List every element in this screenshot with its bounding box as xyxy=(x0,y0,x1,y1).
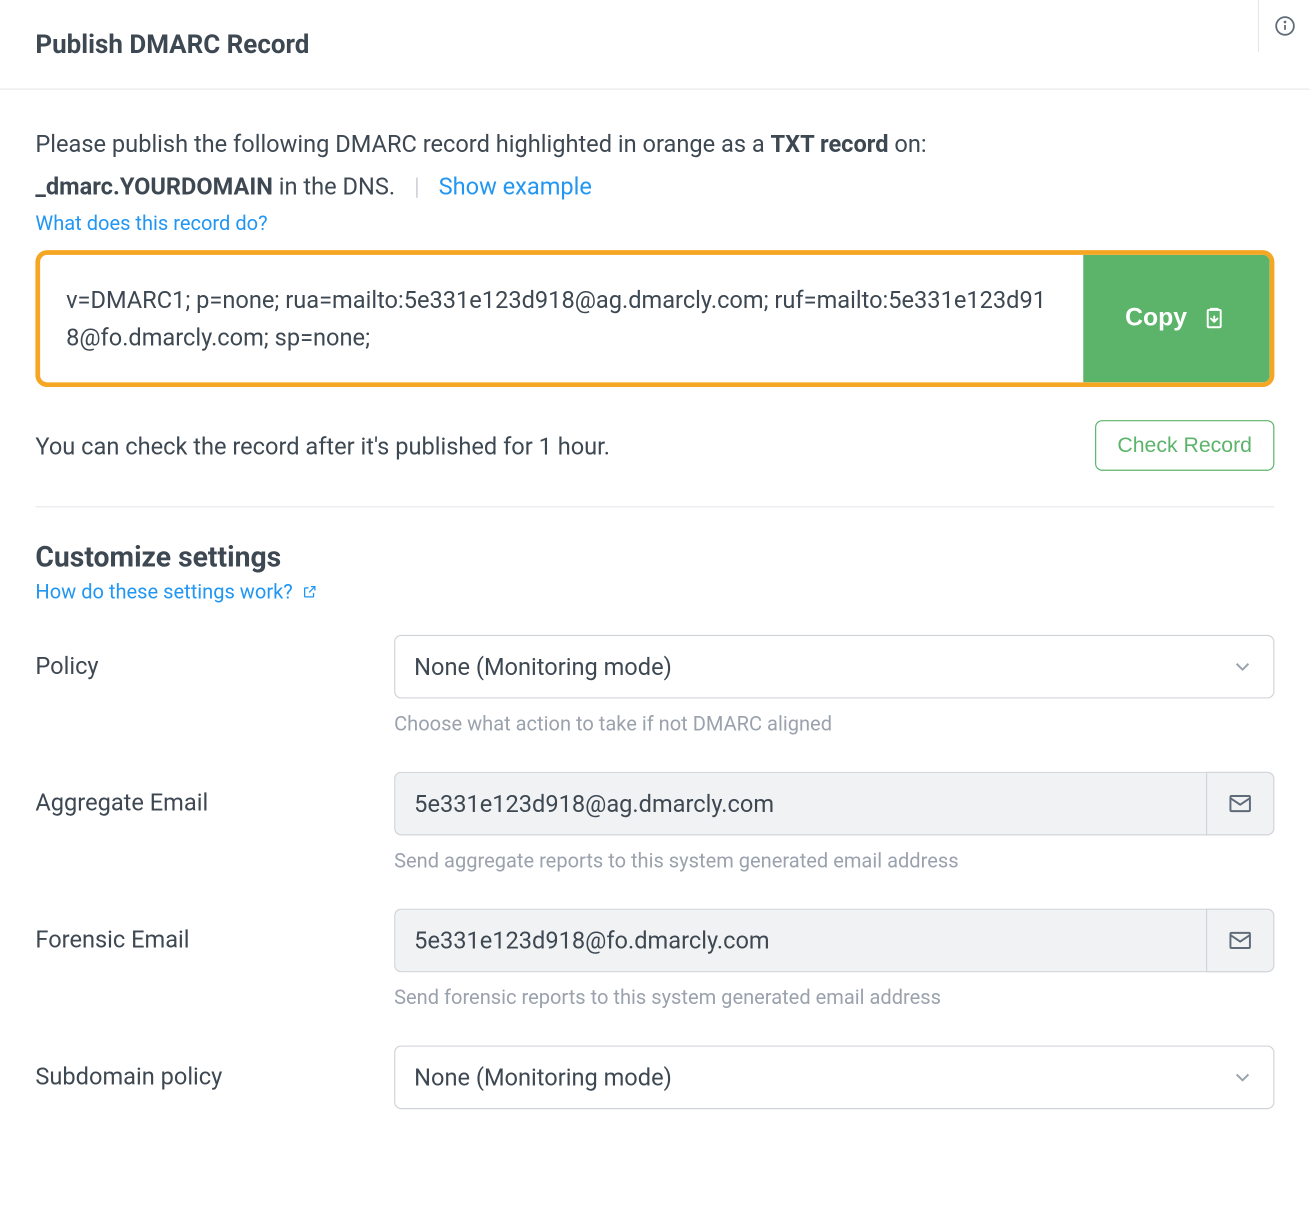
customize-heading: Customize settings xyxy=(35,540,1274,573)
policy-value: None (Monitoring mode) xyxy=(414,653,672,681)
copy-label: Copy xyxy=(1125,304,1187,332)
dmarc-host: _dmarc.YOURDOMAIN xyxy=(35,172,273,200)
clipboard-icon xyxy=(1201,306,1227,332)
subdomain-policy-label: Subdomain policy xyxy=(35,1045,394,1090)
chevron-down-icon xyxy=(1231,655,1255,679)
forensic-email-label: Forensic Email xyxy=(35,909,394,954)
check-record-button[interactable]: Check Record xyxy=(1095,420,1274,471)
intro-bold: TXT record xyxy=(771,130,889,158)
page-title: Publish DMARC Record xyxy=(35,31,309,60)
aggregate-email-input: 5e331e123d918@ag.dmarcly.com xyxy=(394,772,1206,836)
intro-line-1: Please publish the following DMARC recor… xyxy=(35,125,1274,163)
chevron-down-icon xyxy=(1231,1066,1255,1090)
copy-button[interactable]: Copy xyxy=(1083,255,1270,382)
policy-select[interactable]: None (Monitoring mode) xyxy=(394,635,1274,699)
dns-suffix: in the DNS. xyxy=(273,172,395,200)
info-icon xyxy=(1273,14,1297,38)
how-link-text: How do these settings work? xyxy=(35,581,292,605)
page-header: Publish DMARC Record xyxy=(0,0,1310,90)
info-button[interactable] xyxy=(1258,0,1310,52)
dmarc-record-value: v=DMARC1; p=none; rua=mailto:5e331e123d9… xyxy=(40,255,1083,382)
aggregate-help: Send aggregate reports to this system ge… xyxy=(394,850,1274,874)
envelope-icon xyxy=(1227,791,1253,817)
external-link-icon xyxy=(302,584,317,599)
dmarc-record-box: v=DMARC1; p=none; rua=mailto:5e331e123d9… xyxy=(35,250,1274,387)
separator: | xyxy=(414,172,420,200)
subdomain-policy-select[interactable]: None (Monitoring mode) xyxy=(394,1045,1274,1109)
forensic-help: Send forensic reports to this system gen… xyxy=(394,986,1274,1010)
intro-line-2: _dmarc.YOURDOMAIN in the DNS. xyxy=(35,172,395,200)
how-settings-work-link[interactable]: How do these settings work? xyxy=(35,581,317,605)
show-example-link[interactable]: Show example xyxy=(439,172,592,200)
policy-help: Choose what action to take if not DMARC … xyxy=(394,713,1274,737)
forensic-email-addon[interactable] xyxy=(1206,909,1274,973)
policy-label: Policy xyxy=(35,635,394,680)
subdomain-policy-value: None (Monitoring mode) xyxy=(414,1063,672,1091)
what-does-record-link[interactable]: What does this record do? xyxy=(35,212,267,236)
aggregate-email-addon[interactable] xyxy=(1206,772,1274,836)
intro-post: on: xyxy=(889,130,927,158)
intro-pre: Please publish the following DMARC recor… xyxy=(35,130,770,158)
envelope-icon xyxy=(1227,927,1253,953)
check-info-text: You can check the record after it's publ… xyxy=(35,431,610,459)
aggregate-email-label: Aggregate Email xyxy=(35,772,394,817)
forensic-email-input: 5e331e123d918@fo.dmarcly.com xyxy=(394,909,1206,973)
